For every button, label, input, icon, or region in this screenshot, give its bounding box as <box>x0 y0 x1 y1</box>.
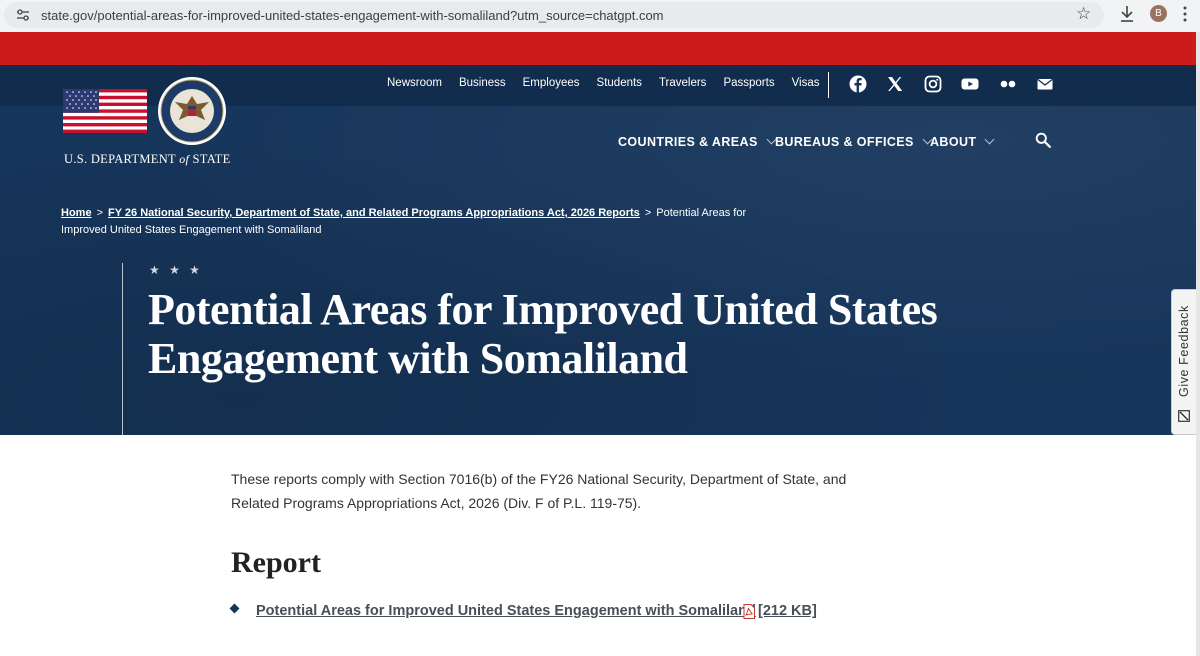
address-bar[interactable]: state.gov/potential-areas-for-improved-u… <box>4 2 1104 28</box>
breadcrumb-separator: > <box>96 207 103 219</box>
department-name[interactable]: U.S. DEPARTMENT of STATE <box>64 152 231 167</box>
page-scrollbar[interactable] <box>1196 32 1200 656</box>
nav-countries-areas-label: COUNTRIES & AREAS <box>618 135 758 149</box>
file-size-link[interactable]: [212 KB] <box>758 603 817 619</box>
email-icon[interactable] <box>1036 75 1054 93</box>
url-text[interactable]: state.gov/potential-areas-for-improved-u… <box>41 8 664 23</box>
nav-link-travelers[interactable]: Travelers <box>659 77 707 89</box>
section-title: Report <box>231 546 321 579</box>
facebook-icon[interactable] <box>849 75 867 93</box>
list-bullet <box>229 603 240 614</box>
page-title: Potential Areas for Improved United Stat… <box>148 285 938 383</box>
nav-bureaus-offices-label: BUREAUS & OFFICES <box>775 135 914 149</box>
nav-link-business[interactable]: Business <box>459 77 506 89</box>
search-icon[interactable] <box>1035 132 1051 148</box>
title-rule <box>122 263 123 435</box>
bookmark-star-icon[interactable]: ☆ <box>1076 4 1091 24</box>
department-name-of: of <box>179 152 190 166</box>
report-download-link[interactable]: Potential Areas for Improved United Stat… <box>256 603 756 619</box>
site-header: U.S. DEPARTMENT of STATE Newsroom Busine… <box>0 65 1196 435</box>
department-seal-logo[interactable] <box>157 76 227 146</box>
nav-countries-areas[interactable]: COUNTRIES & AREAS <box>618 134 777 149</box>
download-icon[interactable] <box>1119 5 1135 23</box>
department-name-part: U.S. DEPARTMENT <box>64 152 180 166</box>
breadcrumb-parent[interactable]: FY 26 National Security, Department of S… <box>108 207 640 219</box>
profile-avatar[interactable]: B <box>1150 5 1167 22</box>
browser-menu-icon[interactable] <box>1183 6 1187 22</box>
youtube-icon[interactable] <box>961 75 979 93</box>
breadcrumb-home[interactable]: Home <box>61 207 92 219</box>
nav-link-newsroom[interactable]: Newsroom <box>387 77 442 89</box>
nav-link-students[interactable]: Students <box>597 77 642 89</box>
breadcrumb: Home > FY 26 National Security, Department… <box>61 205 751 239</box>
nav-divider <box>828 72 829 98</box>
nav-bureaus-offices[interactable]: BUREAUS & OFFICES <box>775 134 933 149</box>
site-settings-icon[interactable] <box>16 8 30 22</box>
give-feedback-tab[interactable]: Give Feedback <box>1171 289 1196 435</box>
red-banner <box>0 32 1196 65</box>
utility-nav: Newsroom Business Employees Students Tra… <box>387 77 837 89</box>
flickr-icon[interactable] <box>999 75 1017 93</box>
instagram-icon[interactable] <box>924 75 942 93</box>
pdf-file-icon[interactable] <box>743 604 755 619</box>
breadcrumb-separator: > <box>644 207 652 219</box>
nav-about[interactable]: ABOUT <box>930 134 995 149</box>
chevron-down-icon <box>985 134 995 145</box>
decorative-stars: ★ ★ ★ <box>149 263 203 277</box>
x-icon[interactable] <box>886 75 904 93</box>
nav-link-passports[interactable]: Passports <box>723 77 774 89</box>
intro-paragraph: These reports comply with Section 7016(b… <box>231 471 847 511</box>
nav-link-visas[interactable]: Visas <box>792 77 820 89</box>
us-flag-logo[interactable] <box>63 89 147 133</box>
nav-about-label: ABOUT <box>930 135 977 149</box>
feedback-icon <box>1178 410 1190 422</box>
nav-link-employees[interactable]: Employees <box>523 77 580 89</box>
department-name-part: STATE <box>189 152 231 166</box>
give-feedback-label: Give Feedback <box>1177 305 1191 397</box>
browser-toolbar: state.gov/potential-areas-for-improved-u… <box>0 0 1200 32</box>
